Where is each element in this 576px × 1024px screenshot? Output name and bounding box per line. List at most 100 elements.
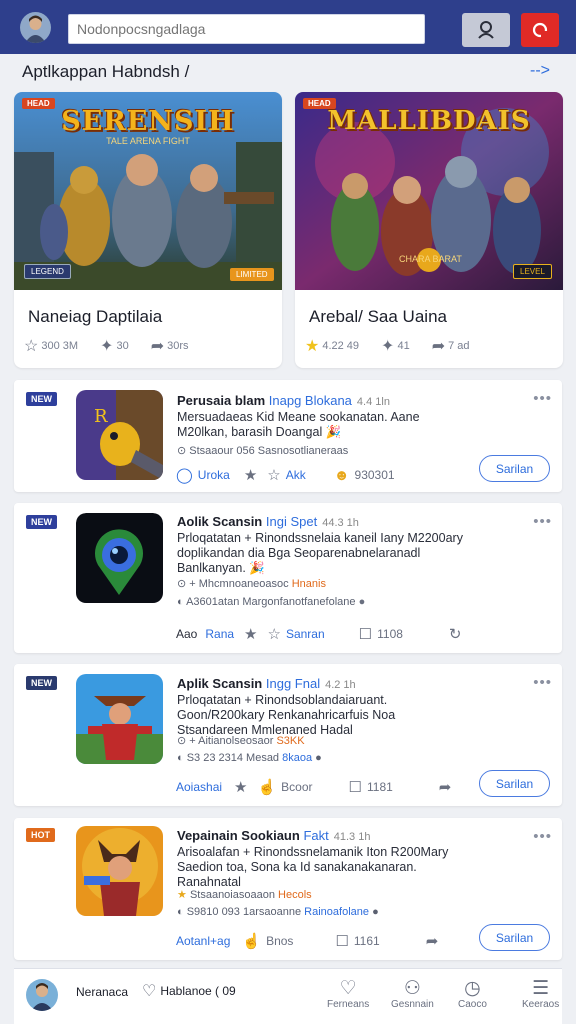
pin-icon[interactable]: ✦	[100, 336, 113, 356]
stat-text: 41	[397, 340, 410, 352]
share-icon[interactable]: ➦	[426, 932, 439, 950]
game-logo: SERENSIH	[61, 106, 235, 137]
app-meta: ⊙ + Aitianolseosaor S3KK	[177, 735, 305, 747]
app-title[interactable]: Aolik Scansin Ingi Spet 44.3 1h	[177, 514, 359, 529]
nav-item-history[interactable]: ◷ Caoco	[458, 978, 487, 1011]
refresh-icon[interactable]: ↻	[449, 625, 462, 643]
stat-text: 30	[116, 340, 129, 352]
install-button[interactable]: Sarilan	[479, 924, 550, 951]
bottom-nav: Neranaca ♡ Hablanoe ( 09 ♡ Ferneans ⚇ Gesnn…	[14, 968, 562, 1024]
stat-text: 300 3M	[41, 340, 79, 352]
featured-card[interactable]: HEAD SERENSIH TALE ARENA FIGHT LEGEND LI…	[14, 92, 282, 368]
star-filled-icon[interactable]: ★	[305, 336, 319, 356]
checkbox-icon[interactable]: ☐	[335, 932, 348, 950]
pin-icon[interactable]: ✦	[381, 336, 394, 356]
more-options-icon[interactable]: •••	[533, 390, 552, 407]
star-icon[interactable]: ★	[244, 466, 257, 484]
nav-item-menu[interactable]: ☰ Keeraos	[522, 978, 559, 1011]
nav-item-favorites[interactable]: ♡ Ferneans	[327, 978, 369, 1011]
search-input[interactable]	[68, 14, 425, 44]
verified-icon: ●	[372, 906, 379, 918]
like-icon[interactable]: ☝	[257, 778, 276, 796]
action-label: 930301	[354, 468, 395, 482]
menu-icon: ☰	[532, 978, 550, 999]
action-label[interactable]: Akk	[286, 468, 306, 482]
action-label[interactable]: Sanran	[286, 627, 325, 641]
action-label[interactable]: Bcoor	[281, 780, 312, 794]
featured-card[interactable]: HEAD MALLIBDAIS CHARA BARAT LEVEL Arebal…	[295, 92, 563, 368]
verified-icon: ●	[358, 596, 366, 608]
install-button[interactable]: Sarilan	[479, 455, 550, 482]
emoji-icon[interactable]: ☻	[334, 467, 350, 484]
app-icon[interactable]	[76, 513, 163, 603]
app-list-item[interactable]: NEW ••• R Perusaia blam Inapg Blokana 4.4…	[14, 380, 562, 492]
star-outline-icon[interactable]: ☆	[268, 625, 281, 643]
checkbox-icon[interactable]: ☐	[359, 625, 372, 643]
action-label[interactable]: Rana	[205, 627, 234, 641]
more-options-icon[interactable]: •••	[533, 674, 552, 691]
app-actions: ◯ Uroka ★ ☆ Akk ☻ 930301	[176, 466, 395, 485]
profile-icon: ⚇	[403, 978, 421, 999]
app-title[interactable]: Aplik Scansin Ingg Fnal 4.2 1h	[177, 676, 356, 691]
star-outline-icon[interactable]: ☆	[267, 466, 280, 484]
clock-icon: ◷	[464, 978, 481, 999]
see-all-link[interactable]: -->	[530, 62, 550, 80]
action-label[interactable]: Aoiashai	[176, 780, 222, 794]
featured-tag: LEVEL	[513, 264, 552, 279]
action-label[interactable]: Aotanl+ag	[176, 934, 230, 948]
game-logo-sub: TALE ARENA FIGHT	[106, 136, 190, 146]
action-label[interactable]: Bnos	[266, 934, 293, 948]
user-label[interactable]: Neranaca	[76, 985, 128, 999]
stat-text: 30rs	[167, 340, 189, 352]
stat-text: 7 ad	[448, 340, 470, 352]
heart-outline-icon: ♡	[142, 983, 157, 1000]
app-list-item[interactable]: NEW ••• Aplik Scansin Ingg Fnal 4.2 1h Pr…	[14, 664, 562, 806]
featured-game-name: Naneiag Daptilaia	[28, 307, 163, 326]
app-description: Prloqatatan + Rinondssnelaia kaneil Iany…	[177, 531, 463, 575]
search-button[interactable]	[462, 13, 510, 47]
app-meta: ◐ A3601atan Margonfanotfanefolane ●	[177, 596, 366, 608]
star-outline-icon[interactable]: ☆	[24, 336, 38, 356]
verified-icon: ●	[315, 752, 322, 764]
notification-button[interactable]	[521, 13, 559, 47]
app-icon[interactable]	[76, 674, 163, 764]
app-list-item[interactable]: HOT ••• Vepainain Sookiaun Fakt 41.3 1h A…	[14, 818, 562, 960]
more-options-icon[interactable]: •••	[533, 513, 552, 530]
share-icon[interactable]: ➦	[432, 336, 445, 356]
like-icon[interactable]: ☝	[242, 932, 261, 950]
favorites-summary[interactable]: ♡ Hablanoe ( 09	[142, 981, 236, 1001]
app-actions: Aoiashai ★ ☝ Bcoor ☐ 1181 ➦	[176, 778, 456, 796]
app-description: Mersuadaeas Kid Meane sookanatan. Aane M…	[177, 410, 420, 439]
app-meta: ◐ S3 23 2314 Mesad 8kaoa ●	[177, 752, 322, 764]
user-avatar[interactable]	[26, 979, 58, 1011]
star-icon[interactable]: ★	[244, 625, 257, 643]
app-title[interactable]: Perusaia blam Inapg Blokana 4.4 1ln	[177, 393, 390, 408]
search-icon	[478, 21, 494, 39]
app-meta: ⊙ Stsaaour 056 Sasnosotlianeraas	[177, 445, 349, 457]
featured-tag: LEGEND	[24, 264, 71, 279]
nav-item-profile[interactable]: ⚇ Gesnnain	[391, 978, 434, 1011]
checkbox-icon[interactable]: ☐	[349, 778, 362, 796]
app-description: Prloqatatan + Rinondsoblandaiaruant. Goo…	[177, 693, 396, 737]
more-options-icon[interactable]: •••	[533, 828, 552, 845]
action-label[interactable]: Aao	[176, 627, 197, 641]
install-button[interactable]: Sarilan	[479, 770, 550, 797]
action-label[interactable]: Uroka	[198, 468, 230, 482]
share-icon[interactable]: ➦	[151, 336, 164, 356]
comment-icon[interactable]: ◯	[176, 466, 193, 484]
app-icon[interactable]: R	[76, 390, 163, 480]
app-title[interactable]: Vepainain Sookiaun Fakt 41.3 1h	[177, 828, 370, 843]
action-label: 1181	[366, 780, 393, 794]
section-title: Aptlkappan Habndsh /	[22, 62, 190, 81]
app-list-item[interactable]: NEW ••• Aolik Scansin Ingi Spet 44.3 1h P…	[14, 503, 562, 653]
stat-text: 4.22 49	[322, 340, 360, 352]
notification-icon	[532, 22, 548, 38]
app-meta: ⊙ + Mhcmnoaneoasoc Hnanis	[177, 578, 326, 590]
app-icon[interactable]	[76, 826, 163, 916]
hot-badge: HOT	[26, 828, 55, 842]
app-meta: ★ Stsaanoiasoaaon Hecols	[177, 889, 312, 901]
user-avatar[interactable]	[20, 12, 51, 43]
heart-icon: ♡	[339, 978, 357, 999]
star-icon[interactable]: ★	[234, 778, 247, 796]
share-icon[interactable]: ➦	[439, 778, 452, 796]
